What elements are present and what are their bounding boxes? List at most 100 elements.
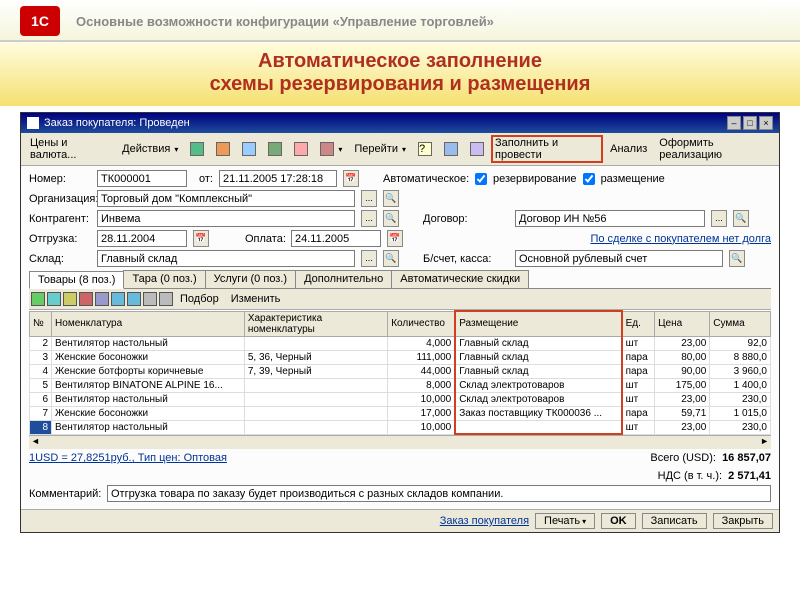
scrollbar-stub[interactable]: ◄► (29, 435, 771, 449)
grid-toolbar: Подбор Изменить (29, 289, 771, 310)
contr-search-icon[interactable]: 🔍 (383, 210, 399, 227)
table-row[interactable]: 8Вентилятор настольный10,000шт23,00230,0 (30, 420, 771, 434)
table-row[interactable]: 2Вентилятор настольный4,000Главный склад… (30, 336, 771, 350)
org-search-icon[interactable]: 🔍 (383, 190, 399, 207)
col-unit[interactable]: Ед. (622, 311, 655, 336)
acc-input[interactable] (515, 250, 723, 267)
col-sum[interactable]: Сумма (710, 311, 771, 336)
tabs: Товары (8 поз.) Тара (0 поз.) Услуги (0 … (29, 270, 771, 289)
az-icon[interactable] (143, 292, 157, 306)
acc-label: Б/счет, касса: (423, 253, 509, 265)
place-checkbox[interactable] (583, 173, 595, 185)
minimize-button[interactable]: – (727, 116, 741, 130)
pay-input[interactable] (291, 230, 381, 247)
table-row[interactable]: 4Женские ботфорты коричневые7, 39, Черны… (30, 364, 771, 378)
tb-icon-5[interactable] (289, 140, 313, 158)
go-dropdown[interactable]: Перейти (349, 141, 411, 157)
table-row[interactable]: 5Вентилятор BINATONE ALPINE 16...8,000Ск… (30, 378, 771, 392)
help-icon[interactable]: ? (413, 140, 437, 158)
tb-icon-8[interactable] (465, 140, 489, 158)
pick-button[interactable]: Подбор (175, 291, 224, 307)
window-title: Заказ покупателя: Проведен (44, 117, 190, 129)
close-button[interactable]: × (759, 116, 773, 130)
wh-label: Склад: (29, 253, 91, 265)
vat-label: НДС (в т. ч.): (658, 470, 722, 482)
wh-search-icon[interactable]: 🔍 (383, 250, 399, 267)
table-row[interactable]: 7Женские босоножки17,000Заказ поставщику… (30, 406, 771, 420)
close-form-button[interactable]: Закрыть (713, 513, 773, 529)
org-select-button[interactable]: ... (361, 190, 377, 207)
tb-icon-1[interactable] (185, 140, 209, 158)
tb-icon-2[interactable] (211, 140, 235, 158)
tb-icon-7[interactable] (439, 140, 463, 158)
slide-title: Автоматическое заполнение схемы резервир… (0, 42, 800, 106)
pay-label: Оплата: (245, 233, 285, 245)
date-input[interactable] (219, 170, 337, 187)
realize-button[interactable]: Оформить реализацию (654, 135, 775, 163)
bottom-toolbar: Заказ покупателя Печать OK Записать Закр… (21, 509, 779, 532)
tb-icon-4[interactable] (263, 140, 287, 158)
form-content: Номер: от: 📅 Автоматическое: резервирова… (21, 166, 779, 509)
tab-discounts[interactable]: Автоматические скидки (391, 270, 529, 288)
maximize-button[interactable]: □ (743, 116, 757, 130)
wh-input[interactable] (97, 250, 355, 267)
ship-label: Отгрузка: (29, 233, 91, 245)
col-char[interactable]: Характеристика номенклатуры (244, 311, 387, 336)
col-nom[interactable]: Номенклатура (52, 311, 245, 336)
col-place[interactable]: Размещение (455, 311, 621, 336)
calendar-icon[interactable]: 📅 (343, 170, 359, 187)
ok-button[interactable]: OK (601, 513, 636, 529)
titlebar: Заказ покупателя: Проведен – □ × (21, 113, 779, 133)
comment-label: Комментарий: (29, 488, 101, 500)
reserve-checkbox[interactable] (475, 173, 487, 185)
table-row[interactable]: 3Женские босоножки5, 36, Черный111,000Гл… (30, 350, 771, 364)
ship-cal-icon[interactable]: 📅 (193, 230, 209, 247)
tab-tare[interactable]: Тара (0 поз.) (123, 270, 205, 288)
add-icon[interactable] (31, 292, 45, 306)
col-price[interactable]: Цена (655, 311, 710, 336)
tb-icon-3[interactable] (237, 140, 261, 158)
toolbar: Цены и валюта... Действия Перейти ? Запо… (21, 133, 779, 166)
dog-select-button[interactable]: ... (711, 210, 727, 227)
wh-select-button[interactable]: ... (361, 250, 377, 267)
comment-input[interactable] (107, 485, 771, 502)
print-button[interactable]: Печать (535, 513, 595, 529)
table-row[interactable]: 6Вентилятор настольный10,000Склад электр… (30, 392, 771, 406)
acc-search-icon[interactable]: 🔍 (729, 250, 745, 267)
ship-input[interactable] (97, 230, 187, 247)
actions-dropdown[interactable]: Действия (117, 141, 183, 157)
sort-icon[interactable] (95, 292, 109, 306)
col-n[interactable]: № (30, 311, 52, 336)
rate-link[interactable]: 1USD = 27,8251руб., Тип цен: Оптовая (29, 452, 227, 464)
dog-search-icon[interactable]: 🔍 (733, 210, 749, 227)
auto-label: Автоматическое: (383, 173, 469, 185)
contr-select-button[interactable]: ... (361, 210, 377, 227)
delete-icon[interactable] (79, 292, 93, 306)
tb-icon-6[interactable] (315, 140, 347, 158)
header-title: Основные возможности конфигурации «Управ… (76, 14, 494, 29)
copy-icon[interactable] (47, 292, 61, 306)
title-line1: Автоматическое заполнение (0, 50, 800, 73)
items-grid[interactable]: № Номенклатура Характеристика номенклату… (29, 310, 771, 435)
down-icon[interactable] (127, 292, 141, 306)
dog-input[interactable] (515, 210, 705, 227)
number-input[interactable] (97, 170, 187, 187)
org-label: Организация: (29, 193, 91, 205)
prices-button[interactable]: Цены и валюта... (25, 135, 115, 163)
save-button[interactable]: Записать (642, 513, 707, 529)
up-icon[interactable] (111, 292, 125, 306)
tab-services[interactable]: Услуги (0 поз.) (205, 270, 296, 288)
org-input[interactable] (97, 190, 355, 207)
tab-goods[interactable]: Товары (8 поз.) (29, 271, 124, 289)
col-qty[interactable]: Количество (388, 311, 456, 336)
edit-icon[interactable] (63, 292, 77, 306)
change-button[interactable]: Изменить (226, 291, 286, 307)
pay-cal-icon[interactable]: 📅 (387, 230, 403, 247)
tab-additional[interactable]: Дополнительно (295, 270, 392, 288)
contr-input[interactable] (97, 210, 355, 227)
order-link[interactable]: Заказ покупателя (440, 515, 529, 527)
fill-and-post-button[interactable]: Заполнить и провести (491, 135, 603, 163)
deal-info-link[interactable]: По сделке с покупателем нет долга (590, 233, 771, 245)
za-icon[interactable] (159, 292, 173, 306)
analysis-button[interactable]: Анализ (605, 141, 652, 157)
